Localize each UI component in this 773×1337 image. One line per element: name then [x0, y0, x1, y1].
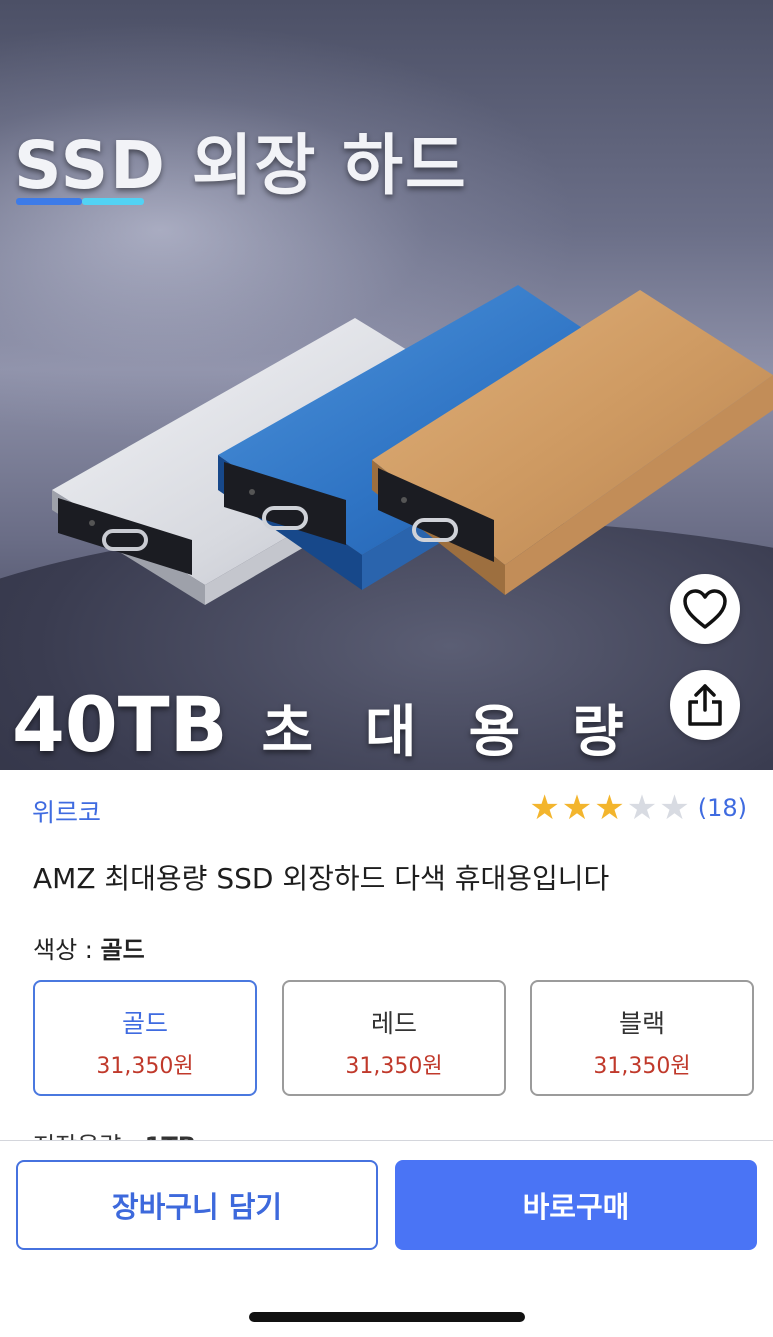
storage-option-selected: 1TB [145, 1132, 196, 1140]
share-button[interactable] [670, 670, 740, 740]
product-title: AMZ 최대용량 SSD 외장하드 다색 휴대용입니다 [33, 862, 610, 895]
product-image[interactable]: SSD 외장 하드 40TB 초대용량 [0, 0, 773, 770]
option-name: 블랙 [618, 1009, 665, 1038]
color-option-label: 색상 : 골드 [33, 930, 145, 965]
storage-option-label: 저장용량 : 1TB [33, 1126, 196, 1140]
hero-caption-capacity: 40TB [12, 680, 228, 769]
option-name: 골드 [121, 1009, 168, 1038]
color-option-black[interactable]: 블랙 31,350원 [530, 980, 754, 1096]
color-option-selected: 골드 [100, 936, 145, 964]
star-filled-icon: ★ [561, 788, 593, 828]
star-empty-icon: ★ [626, 788, 658, 828]
hero-caption-text: 초대용량 [261, 700, 676, 765]
wishlist-button[interactable] [670, 574, 740, 644]
color-option-red[interactable]: 레드 31,350원 [282, 980, 506, 1096]
bottom-action-bar: 장바구니 담기 바로구매 [0, 1140, 773, 1337]
star-filled-icon: ★ [594, 788, 625, 828]
hero-caption: 40TB 초대용량 [12, 680, 676, 769]
home-indicator[interactable] [249, 1312, 525, 1322]
rating[interactable]: ★ ★ ★ ★ ★ (18) [529, 790, 747, 826]
color-option-gold[interactable]: 골드 31,350원 [33, 980, 257, 1096]
color-options: 골드 31,350원 레드 31,350원 블랙 31,350원 [33, 980, 754, 1096]
buy-now-button[interactable]: 바로구매 [395, 1160, 757, 1250]
storage-option-label-text: 저장용량 : [33, 1132, 145, 1140]
add-to-cart-button[interactable]: 장바구니 담기 [16, 1160, 378, 1250]
star-filled-icon: ★ [529, 788, 560, 828]
option-name: 레드 [370, 1009, 417, 1038]
option-price: 31,350원 [96, 1054, 194, 1079]
share-icon [688, 684, 722, 726]
star-empty-icon: ★ [659, 788, 690, 828]
option-price: 31,350원 [593, 1054, 691, 1079]
seller-link[interactable]: 위르코 [32, 793, 101, 829]
heart-icon [683, 589, 727, 629]
option-price: 31,350원 [345, 1054, 443, 1079]
color-option-label-text: 색상 : [33, 936, 101, 964]
ssd-drives-illustration [52, 285, 773, 605]
review-count[interactable]: (18) [698, 794, 747, 822]
